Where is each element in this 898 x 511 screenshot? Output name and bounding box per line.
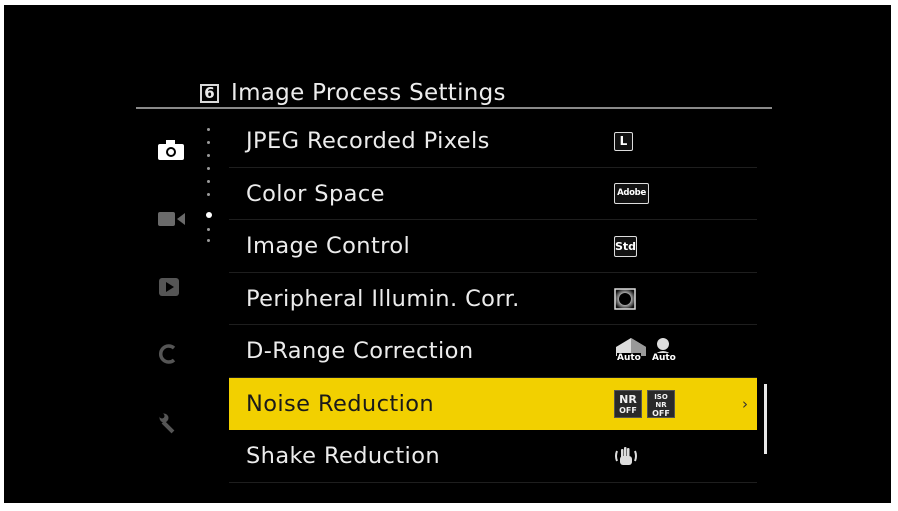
- menu-item-label: Color Space: [246, 180, 385, 207]
- menu-item-color-space[interactable]: Color Space Adobe: [229, 168, 757, 220]
- page-dot: [207, 167, 210, 170]
- menu-item-peripheral-illumin-corr[interactable]: Peripheral Illumin. Corr.: [229, 273, 757, 325]
- page-dot: [207, 128, 210, 131]
- settings-menu-list: JPEG Recorded Pixels L Color Space Adobe…: [229, 115, 757, 483]
- adobe-rgb-icon: Adobe: [614, 182, 649, 206]
- menu-item-jpeg-recorded-pixels[interactable]: JPEG Recorded Pixels L: [229, 115, 757, 168]
- page-dot-active: [206, 212, 212, 218]
- shake-reduction-icon: [614, 444, 638, 468]
- camera-icon[interactable]: [158, 140, 184, 164]
- shadow-correction-auto-icon: Auto: [650, 337, 684, 365]
- size-l-icon: L: [614, 129, 633, 153]
- wrench-icon[interactable]: [158, 412, 182, 440]
- long-exposure-nr-off-icon: NR OFF: [614, 389, 642, 418]
- page-number-badge: 6: [200, 83, 219, 103]
- playback-icon[interactable]: [158, 277, 180, 301]
- page-indicator: [206, 123, 213, 243]
- menu-item-label: D-Range Correction: [246, 338, 474, 364]
- page-dot: [207, 239, 210, 242]
- menu-item-d-range-correction[interactable]: D-Range Correction Auto Auto: [229, 325, 757, 378]
- c-custom-icon[interactable]: [158, 343, 180, 369]
- menu-item-label: Peripheral Illumin. Corr.: [246, 285, 520, 312]
- page-dot: [207, 180, 210, 183]
- page-title: Image Process Settings: [231, 80, 506, 106]
- menu-tab-column: [150, 118, 200, 448]
- menu-item-label: Noise Reduction: [246, 390, 435, 417]
- scrollbar-thumb[interactable]: [764, 384, 767, 454]
- high-iso-nr-off-icon: ISO NR OFF: [647, 389, 675, 418]
- menu-header: 6 Image Process Settings: [200, 76, 506, 110]
- vignette-icon: [614, 287, 636, 311]
- video-camera-icon[interactable]: [158, 210, 186, 232]
- page-dot: [207, 154, 210, 157]
- menu-item-label: Shake Reduction: [246, 443, 441, 469]
- menu-item-image-control[interactable]: Image Control Std: [229, 220, 757, 273]
- menu-item-shake-reduction[interactable]: Shake Reduction: [229, 430, 757, 483]
- menu-item-label: Image Control: [246, 233, 411, 259]
- page-dot: [207, 141, 210, 144]
- noise-reduction-off-icons: NR OFF ISO NR OFF: [614, 389, 675, 419]
- menu-item-label: JPEG Recorded Pixels: [246, 128, 490, 154]
- chevron-right-icon[interactable]: ›: [742, 378, 748, 430]
- page-dot: [207, 228, 210, 231]
- standard-icon: Std: [614, 234, 637, 258]
- highlight-correction-auto-icon: Auto: [614, 337, 648, 365]
- header-divider: [136, 107, 772, 109]
- d-range-auto-icons: Auto Auto: [614, 337, 684, 365]
- menu-item-noise-reduction[interactable]: Noise Reduction NR OFF ISO NR OFF ›: [229, 377, 757, 430]
- page-dot: [207, 193, 210, 196]
